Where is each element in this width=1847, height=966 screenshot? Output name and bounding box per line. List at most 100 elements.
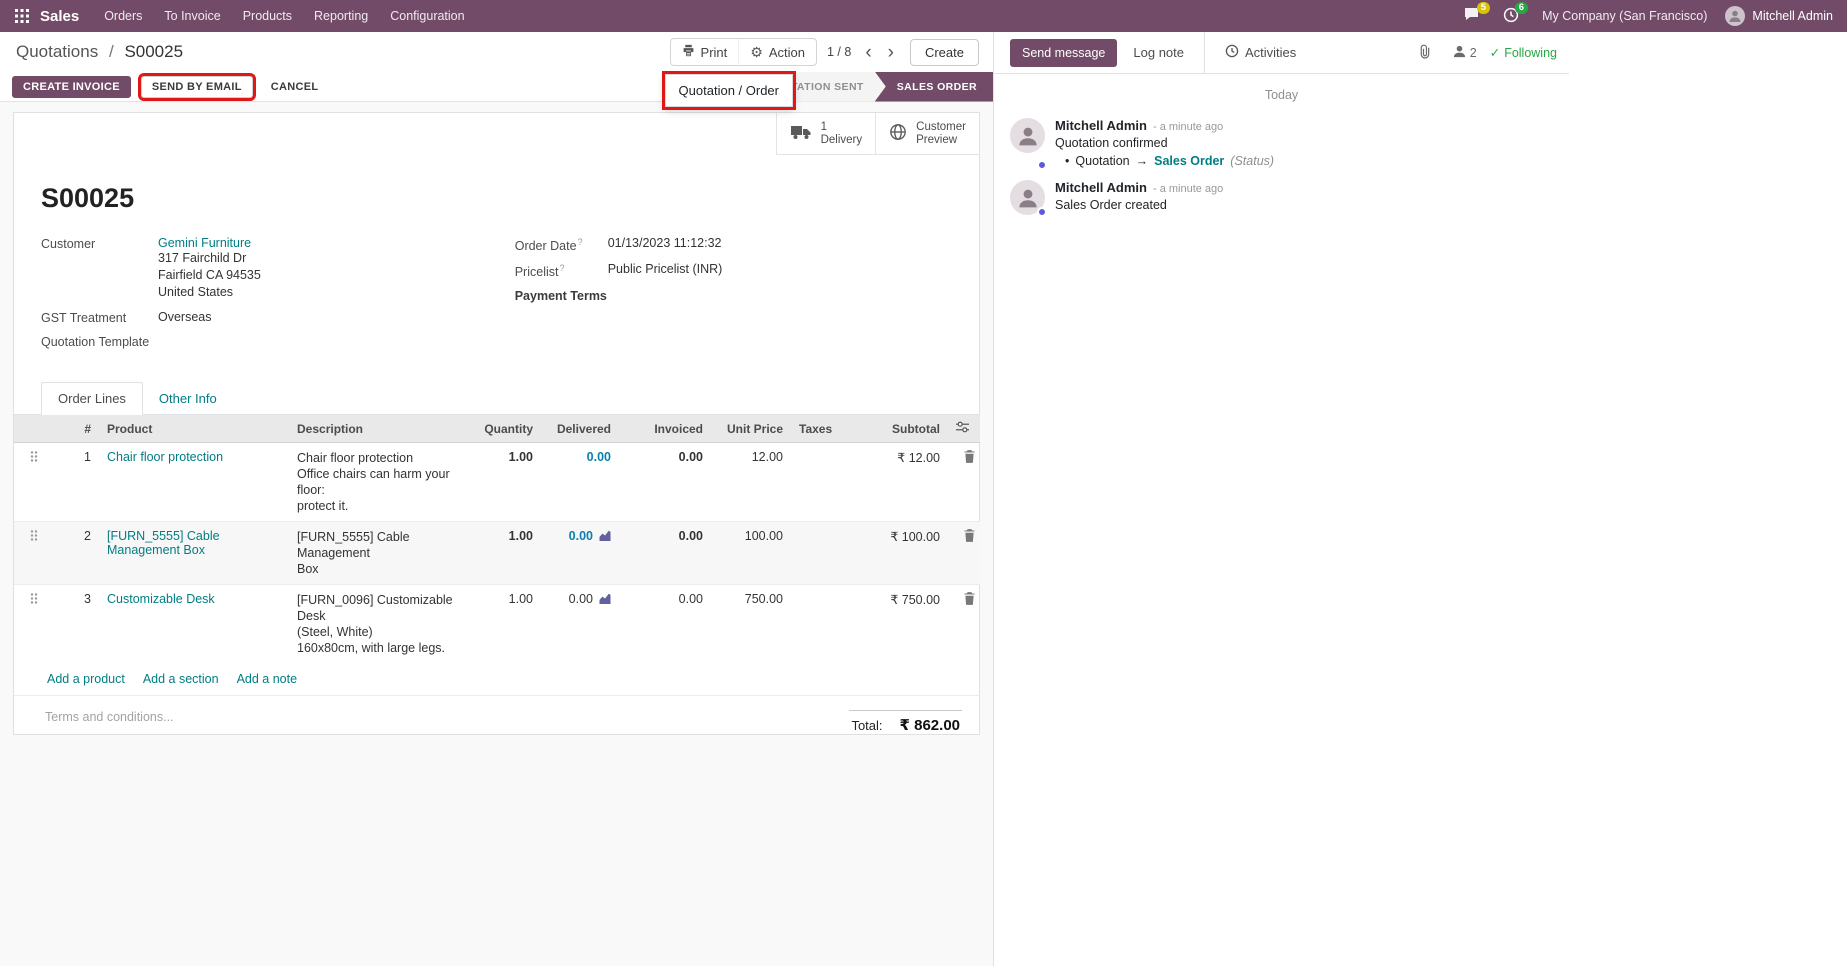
followers-count: 2 <box>1470 46 1477 60</box>
create-button[interactable]: Create <box>910 39 979 66</box>
activities-button[interactable]: Activities <box>1213 36 1308 69</box>
delete-line-button[interactable] <box>964 592 975 608</box>
pager-next-button[interactable]: › <box>882 43 900 62</box>
log-note-button[interactable]: Log note <box>1121 37 1196 68</box>
message-author[interactable]: Mitchell Admin <box>1055 180 1147 195</box>
number-column-header: # <box>54 415 99 443</box>
product-link[interactable]: Customizable Desk <box>107 592 215 606</box>
line-description[interactable]: [FURN_5555] Cable Management Box <box>289 522 471 585</box>
followers-icon <box>1453 45 1466 61</box>
line-unit-price[interactable]: 12.00 <box>711 443 791 522</box>
order-line-row-3[interactable]: 3 Customizable Desk [FURN_0096] Customiz… <box>14 585 980 664</box>
tab-other-info[interactable]: Other Info <box>143 383 233 414</box>
company-switcher[interactable]: My Company (San Francisco) <box>1530 9 1719 23</box>
app-name[interactable]: Sales <box>38 8 93 25</box>
gst-treatment-value[interactable]: Overseas <box>158 310 212 325</box>
menu-configuration[interactable]: Configuration <box>379 0 475 32</box>
arrow-right-icon: → <box>1136 154 1149 168</box>
followers-button[interactable]: 2 <box>1444 45 1486 61</box>
top-navbar: Sales Orders To Invoice Products Reporti… <box>0 0 1847 32</box>
taxes-column-header[interactable]: Taxes <box>791 415 843 443</box>
message-author[interactable]: Mitchell Admin <box>1055 118 1147 133</box>
menu-orders[interactable]: Orders <box>93 0 153 32</box>
line-invoiced[interactable]: 0.00 <box>619 443 711 522</box>
line-taxes[interactable] <box>791 522 843 585</box>
attachments-button[interactable] <box>1409 44 1440 62</box>
subtotal-column-header[interactable]: Subtotal <box>843 415 948 443</box>
product-link[interactable]: [FURN_5555] Cable Management Box <box>107 529 220 557</box>
line-taxes[interactable] <box>791 585 843 664</box>
user-menu[interactable]: Mitchell Admin <box>1719 6 1839 26</box>
delete-line-button[interactable] <box>964 450 975 466</box>
description-column-header[interactable]: Description <box>289 415 471 443</box>
line-delivered[interactable]: 0.00 <box>541 522 619 585</box>
delete-line-button[interactable] <box>964 529 975 545</box>
pager-previous-button[interactable]: ‹ <box>859 43 877 62</box>
stage-sales-order[interactable]: SALES ORDER <box>875 72 993 102</box>
line-unit-price[interactable]: 750.00 <box>711 585 791 664</box>
customer-link[interactable]: Gemini Furniture <box>158 236 251 250</box>
order-line-row-1[interactable]: 1 Chair floor protection Chair floor pro… <box>14 443 980 522</box>
line-description[interactable]: Chair floor protection Office chairs can… <box>289 443 471 522</box>
line-taxes[interactable] <box>791 443 843 522</box>
navbar-right: 5 6 My Company (San Francisco) Mitchell … <box>1453 0 1839 32</box>
create-invoice-button[interactable]: CREATE INVOICE <box>12 76 131 98</box>
product-link[interactable]: Chair floor protection <box>107 450 223 464</box>
line-invoiced[interactable]: 0.00 <box>619 585 711 664</box>
breadcrumb-quotations[interactable]: Quotations <box>16 42 98 61</box>
line-invoiced[interactable]: 0.00 <box>619 522 711 585</box>
customer-preview-smart-button[interactable]: Customer Preview <box>875 113 979 155</box>
following-button[interactable]: ✓ Following <box>1490 45 1565 60</box>
delivery-smart-button[interactable]: 1 Delivery <box>776 113 876 155</box>
messages-button[interactable]: 5 <box>1453 0 1492 32</box>
action-button[interactable]: ⚙ Action <box>738 39 816 65</box>
line-delivered[interactable]: 0.00 <box>541 443 619 522</box>
drag-handle-icon[interactable] <box>30 452 38 466</box>
line-unit-price[interactable]: 100.00 <box>711 522 791 585</box>
forecast-chart-icon[interactable] <box>599 530 611 544</box>
avatar <box>1010 118 1045 153</box>
navbar-left: Sales Orders To Invoice Products Reporti… <box>6 0 476 32</box>
line-quantity[interactable]: 1.00 <box>471 585 541 664</box>
drag-handle-icon[interactable] <box>30 531 38 545</box>
tracking-value-line: • Quotation → Sales Order (Status) <box>1055 154 1274 168</box>
send-message-button[interactable]: Send message <box>1010 39 1117 67</box>
menu-reporting[interactable]: Reporting <box>303 0 379 32</box>
order-line-row-2[interactable]: 2 [FURN_5555] Cable Management Box [FURN… <box>14 522 980 585</box>
drag-handle-icon[interactable] <box>30 594 38 608</box>
line-delivered[interactable]: 0.00 <box>541 585 619 664</box>
product-column-header[interactable]: Product <box>99 415 289 443</box>
terms-and-conditions-input[interactable]: Terms and conditions... <box>45 710 174 734</box>
apps-grid-icon[interactable] <box>6 0 38 32</box>
forecast-chart-icon[interactable] <box>599 593 611 607</box>
cancel-button[interactable]: CANCEL <box>263 77 327 97</box>
line-description[interactable]: [FURN_0096] Customizable Desk (Steel, Wh… <box>289 585 471 664</box>
add-section-link[interactable]: Add a section <box>143 672 219 686</box>
send-by-email-button[interactable]: SEND BY EMAIL <box>141 76 253 98</box>
print-button[interactable]: Print Quotation / Order <box>671 39 739 65</box>
sheet-footer: Terms and conditions... Total: ₹ 862.00 <box>14 696 979 734</box>
unit-price-column-header[interactable]: Unit Price <box>711 415 791 443</box>
print-label: Print <box>701 45 728 60</box>
line-subtotal: ₹ 12.00 <box>843 443 948 522</box>
invoiced-column-header[interactable]: Invoiced <box>619 415 711 443</box>
status-bar: CREATE INVOICE SEND BY EMAIL CANCEL QUOT… <box>0 72 993 102</box>
add-product-link[interactable]: Add a product <box>47 672 125 686</box>
activities-menu-button[interactable]: 6 <box>1492 0 1530 32</box>
tab-order-lines[interactable]: Order Lines <box>41 382 143 415</box>
delivered-column-header[interactable]: Delivered <box>541 415 619 443</box>
presence-indicator <box>1037 207 1047 217</box>
order-date-value[interactable]: 01/13/2023 11:12:32 <box>608 236 722 253</box>
quantity-column-header[interactable]: Quantity <box>471 415 541 443</box>
line-quantity[interactable]: 1.00 <box>471 443 541 522</box>
optional-columns-button[interactable] <box>948 415 980 443</box>
add-note-link[interactable]: Add a note <box>237 672 297 686</box>
line-quantity[interactable]: 1.00 <box>471 522 541 585</box>
tracking-new-value[interactable]: Sales Order <box>1154 154 1224 168</box>
preview-label-2: Preview <box>916 134 966 147</box>
pricelist-value[interactable]: Public Pricelist (INR) <box>608 262 723 279</box>
print-menu-quotation-order[interactable]: Quotation / Order <box>666 80 792 101</box>
control-panel-buttons: Print Quotation / Order ⚙ Action 1 / 8 ‹ <box>670 38 979 66</box>
menu-products[interactable]: Products <box>232 0 303 32</box>
menu-to-invoice[interactable]: To Invoice <box>153 0 231 32</box>
